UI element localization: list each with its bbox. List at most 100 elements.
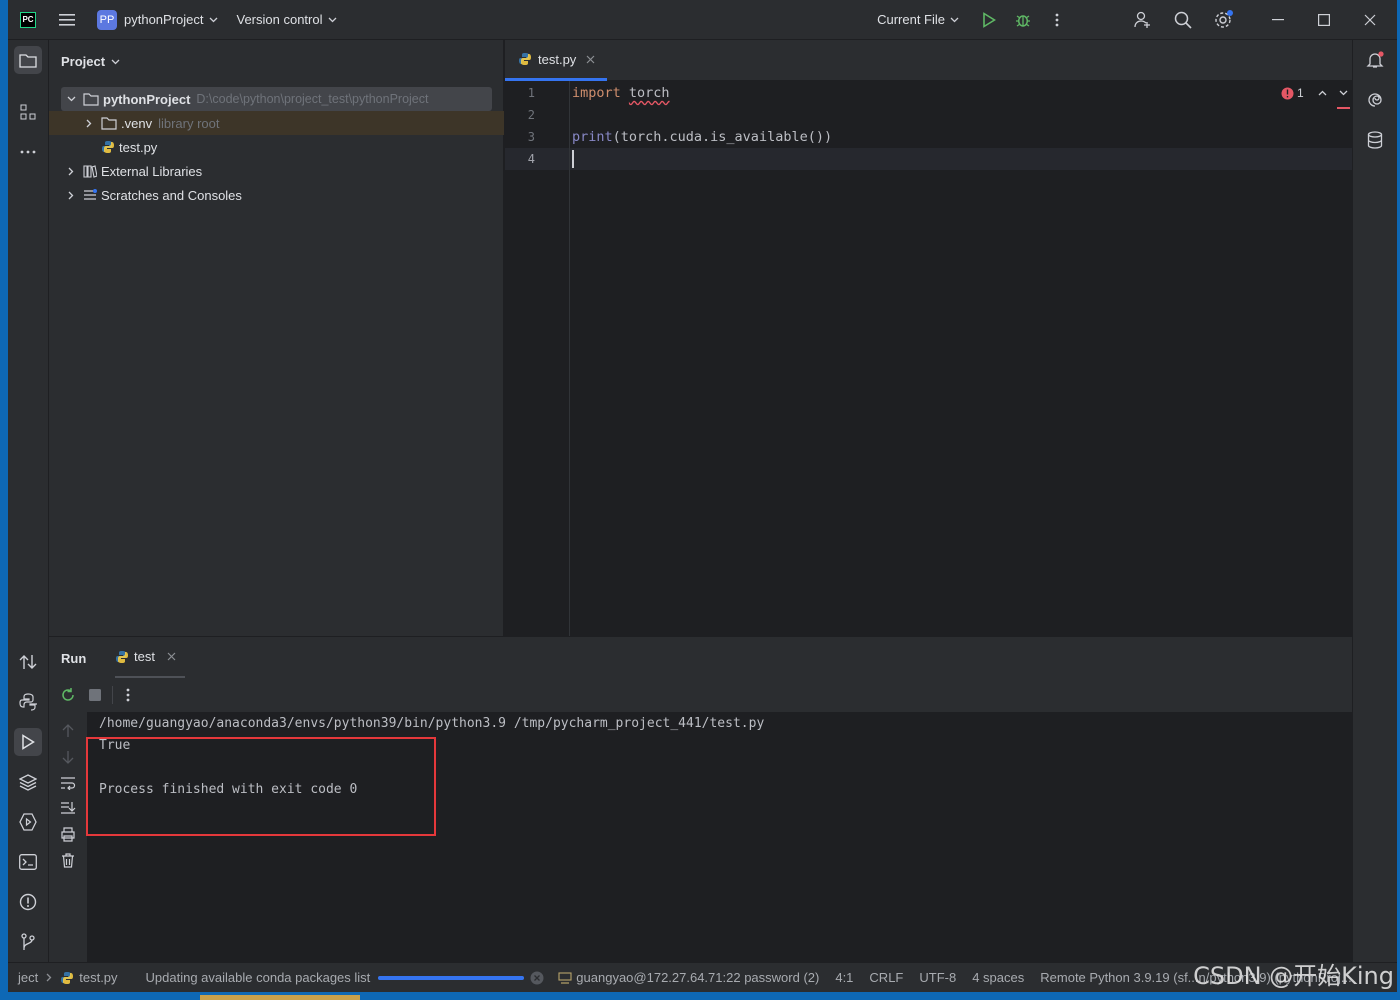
more-tools-icon[interactable] xyxy=(14,138,42,166)
minimize-window-icon[interactable] xyxy=(1265,10,1291,30)
more-actions-icon[interactable] xyxy=(1047,10,1067,30)
task-progress-fill xyxy=(378,975,525,980)
trash-icon[interactable] xyxy=(61,853,75,868)
code-args: (torch.cuda.is_available()) xyxy=(612,129,833,145)
stop-icon[interactable] xyxy=(89,689,101,701)
print-icon[interactable] xyxy=(60,827,76,842)
search-icon[interactable] xyxy=(1173,10,1193,30)
chevron-down-icon xyxy=(328,17,337,23)
left-tool-strip xyxy=(8,40,49,962)
chevron-right-icon[interactable] xyxy=(65,167,77,176)
highlight-box xyxy=(86,737,436,836)
remote-connection[interactable]: guangyao@172.27.64.71:22 password (2) xyxy=(576,970,819,985)
editor-tab-label: test.py xyxy=(538,51,577,67)
settings-gear-icon[interactable] xyxy=(1213,9,1233,30)
run-config-selector[interactable]: Current File xyxy=(877,0,959,40)
breadcrumb-project[interactable]: ject xyxy=(18,970,38,985)
line-number: 4 xyxy=(527,152,535,166)
current-line-highlight xyxy=(505,148,1352,170)
error-count: 1 xyxy=(1297,86,1304,100)
breadcrumb-file[interactable]: test.py xyxy=(79,970,117,985)
project-name: pythonProject xyxy=(124,12,204,27)
structure-icon[interactable] xyxy=(14,98,42,126)
tree-item-venv[interactable]: .venv library root xyxy=(49,111,504,135)
chevron-down-icon xyxy=(950,17,959,23)
chevron-down-icon[interactable] xyxy=(65,96,77,102)
inspection-widget[interactable]: 1 xyxy=(1281,86,1348,100)
right-tool-strip xyxy=(1352,40,1397,962)
project-selector[interactable]: PP pythonProject xyxy=(97,0,218,40)
code-line-1: import torch xyxy=(572,82,670,104)
notifications-bell-icon[interactable] xyxy=(1361,46,1389,74)
background-task-label[interactable]: Updating available conda packages list xyxy=(146,970,371,985)
scroll-down-icon[interactable] xyxy=(62,750,74,764)
close-tab-icon[interactable] xyxy=(167,652,176,661)
tree-item-scratches[interactable]: Scratches and Consoles xyxy=(49,183,504,207)
line-number: 3 xyxy=(527,130,535,144)
main-menu-icon[interactable] xyxy=(58,11,76,29)
line-number: 2 xyxy=(527,108,535,122)
close-window-icon[interactable] xyxy=(1357,10,1383,30)
layers-icon[interactable] xyxy=(14,768,42,796)
cancel-task-icon[interactable] xyxy=(530,971,544,985)
python-console-icon[interactable] xyxy=(14,688,42,716)
python-file-icon xyxy=(101,140,115,154)
run-tab-test[interactable]: test xyxy=(115,637,185,679)
chevron-right-icon[interactable] xyxy=(83,119,95,128)
scratches-icon xyxy=(83,188,97,202)
project-panel: Project pythonProject D:\code\python\pro… xyxy=(49,40,504,636)
chevron-up-icon[interactable] xyxy=(1318,90,1327,96)
scroll-up-icon[interactable] xyxy=(62,724,74,738)
maximize-window-icon[interactable] xyxy=(1311,10,1337,30)
error-stripe-mark[interactable] xyxy=(1337,107,1350,109)
code-keyword: import xyxy=(572,85,621,101)
caret-position[interactable]: 4:1 xyxy=(835,970,853,985)
file-encoding[interactable]: UTF-8 xyxy=(919,970,956,985)
chevron-right-icon[interactable] xyxy=(65,191,77,200)
soft-wrap-icon[interactable] xyxy=(60,776,76,790)
project-tool-folder-icon[interactable] xyxy=(14,46,42,74)
project-panel-title: Project xyxy=(61,54,106,69)
run-console[interactable]: /home/guangyao/anaconda3/envs/python39/b… xyxy=(86,712,1352,962)
editor-tab-test-py[interactable]: test.py xyxy=(505,40,607,81)
indent-setting[interactable]: 4 spaces xyxy=(972,970,1024,985)
vcs-commit-arrows-icon[interactable] xyxy=(14,648,42,676)
git-branch-icon[interactable] xyxy=(14,928,42,956)
run-side-toolbar xyxy=(49,712,87,962)
more-options-icon[interactable] xyxy=(126,688,130,702)
console-line-command: /home/guangyao/anaconda3/envs/python39/b… xyxy=(99,716,765,731)
tree-item-label: External Libraries xyxy=(101,163,203,179)
code-builtin: print xyxy=(572,129,613,145)
task-progress-bar xyxy=(378,975,525,980)
folder-icon xyxy=(83,92,99,106)
terminal-icon[interactable] xyxy=(14,848,42,876)
tree-item-label: Scratches and Consoles xyxy=(101,187,242,203)
code-editor[interactable]: 1 2 3 4 import torch print(torch.cuda.is… xyxy=(505,81,1352,636)
tree-item-test-py[interactable]: test.py xyxy=(49,135,504,159)
remote-host-icon xyxy=(558,971,572,984)
rerun-icon[interactable] xyxy=(60,687,76,703)
debug-icon[interactable] xyxy=(1013,10,1033,30)
ai-assistant-spiral-icon[interactable] xyxy=(1361,86,1389,114)
close-tab-icon[interactable] xyxy=(586,55,595,64)
line-separator[interactable]: CRLF xyxy=(869,970,903,985)
project-panel-header[interactable]: Project xyxy=(61,54,120,69)
version-control-menu[interactable]: Version control xyxy=(237,0,337,40)
taskbar-active-item xyxy=(200,995,360,1000)
database-icon[interactable] xyxy=(1361,126,1389,154)
folder-icon xyxy=(101,116,117,130)
add-user-icon[interactable] xyxy=(1133,10,1153,30)
run-tool-icon[interactable] xyxy=(14,728,42,756)
tree-item-external-libraries[interactable]: External Libraries xyxy=(49,159,504,183)
chevron-down-icon[interactable] xyxy=(1339,90,1348,96)
toolbar-separator xyxy=(112,686,113,704)
chevron-right-icon xyxy=(46,973,52,982)
title-bar: PC PP pythonProject Version control Curr… xyxy=(8,0,1397,40)
run-icon[interactable] xyxy=(979,10,999,30)
run-panel-header: Run test xyxy=(49,636,1352,679)
problems-icon[interactable] xyxy=(14,888,42,916)
line-number: 1 xyxy=(527,86,535,100)
services-icon[interactable] xyxy=(14,808,42,836)
scroll-to-end-icon[interactable] xyxy=(60,801,76,815)
tree-item-pythonproject[interactable]: pythonProject D:\code\python\project_tes… xyxy=(61,87,492,111)
